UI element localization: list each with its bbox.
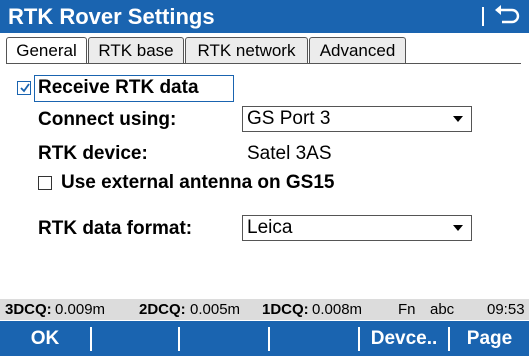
connect-using-label: Connect using:	[38, 109, 177, 130]
checkmark-icon	[20, 83, 30, 93]
dcq3-value: 0.009m	[55, 301, 106, 318]
tab-advanced[interactable]: Advanced	[309, 37, 406, 63]
tab-underline	[6, 63, 521, 64]
ok-button[interactable]: OK	[0, 321, 90, 356]
fn-indicator: Fn	[398, 301, 416, 318]
external-antenna-label[interactable]: Use external antenna on GS15	[61, 171, 335, 195]
tab-rtk-network[interactable]: RTK network	[185, 37, 308, 63]
dcq1-value: 0.008m	[312, 301, 363, 318]
dropdown-arrow-icon	[453, 225, 463, 231]
device-button[interactable]: Devce..	[360, 321, 448, 356]
dcq2-label: 2DCQ:	[139, 301, 186, 318]
window-title: RTK Rover Settings	[8, 4, 215, 29]
connect-using-value: GS Port 3	[247, 108, 331, 129]
dcq3-label: 3DCQ:	[5, 301, 52, 318]
tab-general[interactable]: General	[6, 37, 87, 64]
input-mode-indicator: abc	[430, 301, 455, 318]
status-bar: 3DCQ: 0.009m 2DCQ: 0.005m 1DCQ: 0.008m F…	[0, 299, 529, 320]
dropdown-arrow-icon	[453, 116, 463, 122]
rtk-device-value: Satel 3AS	[247, 143, 332, 164]
rtk-device-label: RTK device:	[38, 143, 148, 164]
clock: 09:53	[487, 301, 525, 318]
page-button[interactable]: Page	[450, 321, 529, 356]
softkey-f4[interactable]	[270, 321, 358, 356]
rtk-data-format-dropdown[interactable]: Leica	[242, 215, 472, 241]
title-separator	[482, 7, 484, 26]
return-arrow-icon[interactable]	[491, 4, 525, 29]
softkey-f3[interactable]	[180, 321, 268, 356]
receive-rtk-checkbox[interactable]	[17, 81, 31, 95]
rtk-data-format-value: Leica	[247, 217, 293, 238]
rtk-data-format-label: RTK data format:	[38, 218, 193, 239]
dcq1-label: 1DCQ:	[262, 301, 309, 318]
external-antenna-checkbox[interactable]	[38, 176, 52, 190]
connect-using-dropdown[interactable]: GS Port 3	[242, 106, 472, 132]
softkey-bar: OK Devce.. Page	[0, 321, 529, 356]
receive-rtk-label[interactable]: Receive RTK data	[38, 76, 199, 100]
title-bar: RTK Rover Settings	[0, 0, 529, 33]
tab-rtk-base[interactable]: RTK base	[88, 37, 184, 63]
dcq2-value: 0.005m	[190, 301, 241, 318]
softkey-f2[interactable]	[92, 321, 178, 356]
